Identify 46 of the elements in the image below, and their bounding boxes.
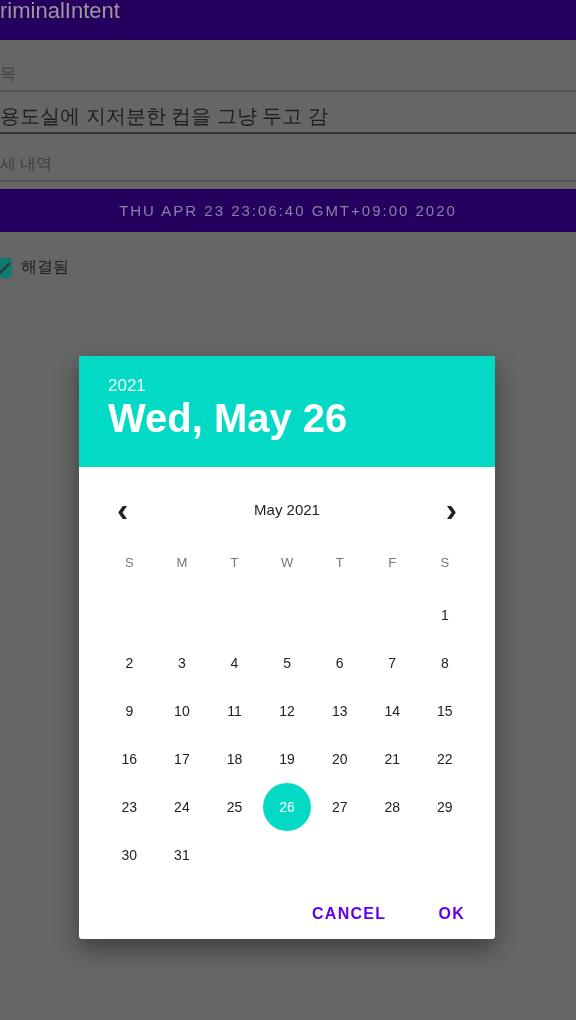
calendar-day[interactable]: 21 xyxy=(368,735,417,783)
calendar-day[interactable]: 11 xyxy=(210,687,259,735)
calendar-day[interactable]: 5 xyxy=(263,639,312,687)
app-title: riminalIntent xyxy=(0,0,120,25)
calendar-day[interactable]: 22 xyxy=(420,735,469,783)
calendar-day[interactable]: 20 xyxy=(315,735,364,783)
month-label: May 2021 xyxy=(254,500,320,518)
calendar-day[interactable]: 10 xyxy=(157,687,206,735)
calendar-day[interactable]: 8 xyxy=(420,639,469,687)
calendar-day[interactable]: 16 xyxy=(105,735,154,783)
calendar-day[interactable]: 25 xyxy=(210,783,259,831)
weekday-label: M xyxy=(176,554,188,572)
calendar-day[interactable]: 31 xyxy=(157,831,206,879)
calendar-day[interactable]: 27 xyxy=(315,783,364,831)
weekday-label: S xyxy=(440,554,450,572)
calendar-day[interactable]: 7 xyxy=(368,639,417,687)
calendar-day[interactable]: 2 xyxy=(105,639,154,687)
weekday-label: W xyxy=(280,554,294,572)
weekday-label: S xyxy=(124,554,134,572)
calendar-day[interactable]: 28 xyxy=(368,783,417,831)
calendar-day[interactable]: 18 xyxy=(210,735,259,783)
calendar-day[interactable]: 15 xyxy=(420,687,469,735)
calendar-day[interactable]: 23 xyxy=(105,783,154,831)
solved-checkbox[interactable] xyxy=(0,257,12,278)
calendar-day[interactable]: 9 xyxy=(105,687,154,735)
calendar-day[interactable]: 24 xyxy=(157,783,206,831)
calendar-day[interactable]: 29 xyxy=(420,783,469,831)
calendar-day[interactable]: 30 xyxy=(105,831,154,879)
weekday-label: T xyxy=(230,554,239,572)
previous-month-button[interactable]: ‹ xyxy=(117,495,129,523)
weekday-label: T xyxy=(335,554,344,572)
dialog-button[interactable]: CANCEL xyxy=(295,897,403,931)
calendar-day[interactable]: 6 xyxy=(315,639,364,687)
calendar-day[interactable]: 14 xyxy=(368,687,417,735)
date-button[interactable]: THU APR 23 23:06:40 GMT+09:00 2020 xyxy=(0,189,576,232)
calendar-day[interactable]: 19 xyxy=(263,735,312,783)
weekday-label: F xyxy=(388,554,397,572)
solved-label: 해결됨 xyxy=(21,257,69,277)
calendar-day[interactable]: 13 xyxy=(315,687,364,735)
dialog-button[interactable]: OK xyxy=(422,897,481,931)
calendar-day[interactable]: 12 xyxy=(263,687,312,735)
calendar-day[interactable]: 1 xyxy=(420,591,469,639)
calendar-day[interactable]: 4 xyxy=(210,639,259,687)
calendar-day[interactable]: 17 xyxy=(157,735,206,783)
next-month-button[interactable]: › xyxy=(445,495,457,523)
calendar-day[interactable]: 3 xyxy=(157,639,206,687)
